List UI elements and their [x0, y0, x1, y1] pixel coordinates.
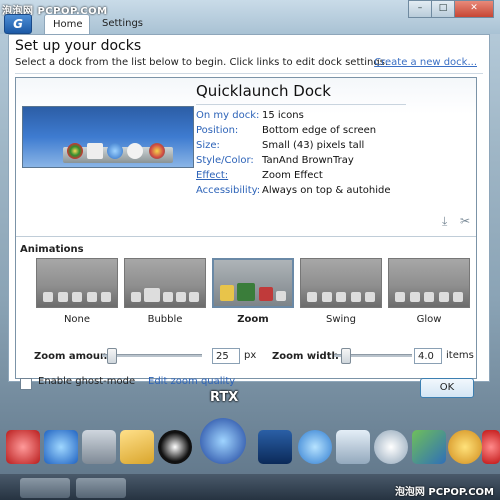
window-controls: – □ ✕	[408, 0, 494, 18]
main-content: Set up your docks Select a dock from the…	[8, 34, 490, 398]
rtx-label: RTX	[210, 390, 239, 405]
window-titlebar: 泡泡网 PCPOP.COM G Home Settings – □ ✕	[0, 0, 500, 34]
minimize-button[interactable]: –	[408, 0, 432, 18]
animation-option-zoom[interactable]: Zoom	[212, 258, 294, 325]
zoom-amount-unit: px	[244, 350, 257, 361]
cloud-icon	[127, 143, 143, 159]
slider-thumb[interactable]	[107, 348, 117, 364]
dock-info-list: On my dock: 15 icons Position: Bottom ed…	[196, 110, 391, 200]
animations-heading: Animations	[20, 244, 84, 255]
info-value: Small (43) pixels tall	[262, 140, 365, 151]
zoom-width-unit: items	[446, 350, 474, 361]
animation-label: Zoom	[237, 314, 269, 325]
ok-button[interactable]: OK	[420, 378, 474, 398]
internet-explorer-icon[interactable]	[44, 430, 78, 464]
info-label[interactable]: Effect:	[196, 170, 262, 185]
close-button[interactable]: ✕	[454, 0, 494, 18]
download-icon[interactable]: ⤓	[442, 214, 447, 229]
info-row: On my dock: 15 icons	[196, 110, 391, 125]
animation-option-bubble[interactable]: Bubble	[124, 258, 206, 325]
page-subtitle: Select a dock from the list below to beg…	[15, 57, 389, 68]
dock-settings-panel: Quicklaunch Dock On my dock: 15 icons Po…	[15, 77, 477, 398]
desktop-dock	[0, 410, 500, 470]
taskbar-button[interactable]	[20, 478, 70, 498]
animation-label: None	[63, 314, 91, 325]
slider-track	[102, 354, 202, 357]
ghost-mode-label[interactable]: Enable ghost-mode	[38, 376, 135, 387]
tab-settings[interactable]: Settings	[94, 14, 151, 34]
taskbar-button[interactable]	[76, 478, 126, 498]
app-icon-red[interactable]	[6, 430, 40, 464]
create-dock-link[interactable]: Create a new dock...	[374, 57, 477, 68]
zoom-width-input[interactable]: 4.0	[414, 348, 442, 364]
animation-option-none[interactable]: None	[36, 258, 118, 325]
divider	[15, 73, 483, 74]
info-value: Bottom edge of screen	[262, 125, 377, 136]
info-value: Zoom Effect	[262, 170, 323, 181]
browser-icon[interactable]	[298, 430, 332, 464]
info-row: Position: Bottom edge of screen	[196, 125, 391, 140]
slider-thumb[interactable]	[341, 348, 351, 364]
info-label[interactable]: Size:	[196, 140, 262, 155]
animation-label: Glow	[416, 314, 442, 325]
clock-icon[interactable]	[374, 430, 408, 464]
zoom-amount-label: Zoom amount	[34, 351, 112, 362]
tab-home[interactable]: Home	[44, 14, 90, 34]
flower-icon	[149, 143, 165, 159]
photo-tools-icon[interactable]	[412, 430, 446, 464]
section-divider	[16, 236, 476, 237]
ghost-mode-checkbox[interactable]	[20, 378, 32, 390]
taskbar: 泡泡网 PCPOP.COM	[0, 474, 500, 500]
info-label[interactable]: Style/Color:	[196, 155, 262, 170]
calculator-icon[interactable]	[82, 430, 116, 464]
rtx-icon[interactable]	[200, 418, 246, 464]
user-icon[interactable]	[448, 430, 482, 464]
info-value: 15 icons	[262, 110, 304, 121]
dock-preview-image[interactable]	[22, 106, 194, 168]
animation-thumbnail[interactable]	[388, 258, 470, 308]
info-value: Always on top & autohide	[262, 185, 391, 196]
animation-thumbnail[interactable]	[300, 258, 382, 308]
photoshop-icon[interactable]	[258, 430, 292, 464]
zoom-width-label: Zoom width	[272, 351, 339, 362]
watermark-bottom: 泡泡网 PCPOP.COM	[394, 487, 494, 498]
edit-zoom-quality-link[interactable]: Edit zoom quality	[148, 376, 235, 387]
animation-option-glow[interactable]: Glow	[388, 258, 470, 325]
recycle-bin-icon[interactable]	[336, 430, 370, 464]
info-label[interactable]: Position:	[196, 125, 262, 140]
info-row: Style/Color: TanAnd BrownTray	[196, 155, 391, 170]
calendar-icon	[87, 143, 103, 159]
zoom-amount-input[interactable]: 25	[212, 348, 240, 364]
animation-option-swing[interactable]: Swing	[300, 258, 382, 325]
animation-thumbnail[interactable]	[124, 258, 206, 308]
info-row: Effect: Zoom Effect	[196, 170, 391, 185]
globe-icon	[107, 143, 123, 159]
info-row: Size: Small (43) pixels tall	[196, 140, 391, 155]
maximize-button[interactable]: □	[431, 0, 455, 18]
info-label[interactable]: Accessibility:	[196, 185, 262, 200]
zoom-amount-slider[interactable]	[102, 348, 202, 364]
power-icon[interactable]	[482, 430, 500, 464]
zoom-width-slider[interactable]	[334, 348, 412, 364]
qq-penguin-icon[interactable]	[158, 430, 192, 464]
animation-label: Swing	[326, 314, 356, 325]
dock-title: Quicklaunch Dock	[196, 82, 406, 105]
info-value: TanAnd BrownTray	[262, 155, 354, 166]
animation-thumbnail[interactable]	[36, 258, 118, 308]
folder-icon[interactable]	[120, 430, 154, 464]
animation-thumbnail[interactable]	[212, 258, 294, 308]
page-title: Set up your docks	[15, 38, 142, 54]
app-logo-icon: G	[4, 14, 32, 34]
windows-orb-icon	[67, 143, 83, 159]
tools-icon[interactable]: ✂	[460, 214, 470, 228]
info-row: Accessibility: Always on top & autohide	[196, 185, 391, 200]
info-label[interactable]: On my dock:	[196, 110, 262, 125]
animation-label: Bubble	[147, 314, 183, 325]
